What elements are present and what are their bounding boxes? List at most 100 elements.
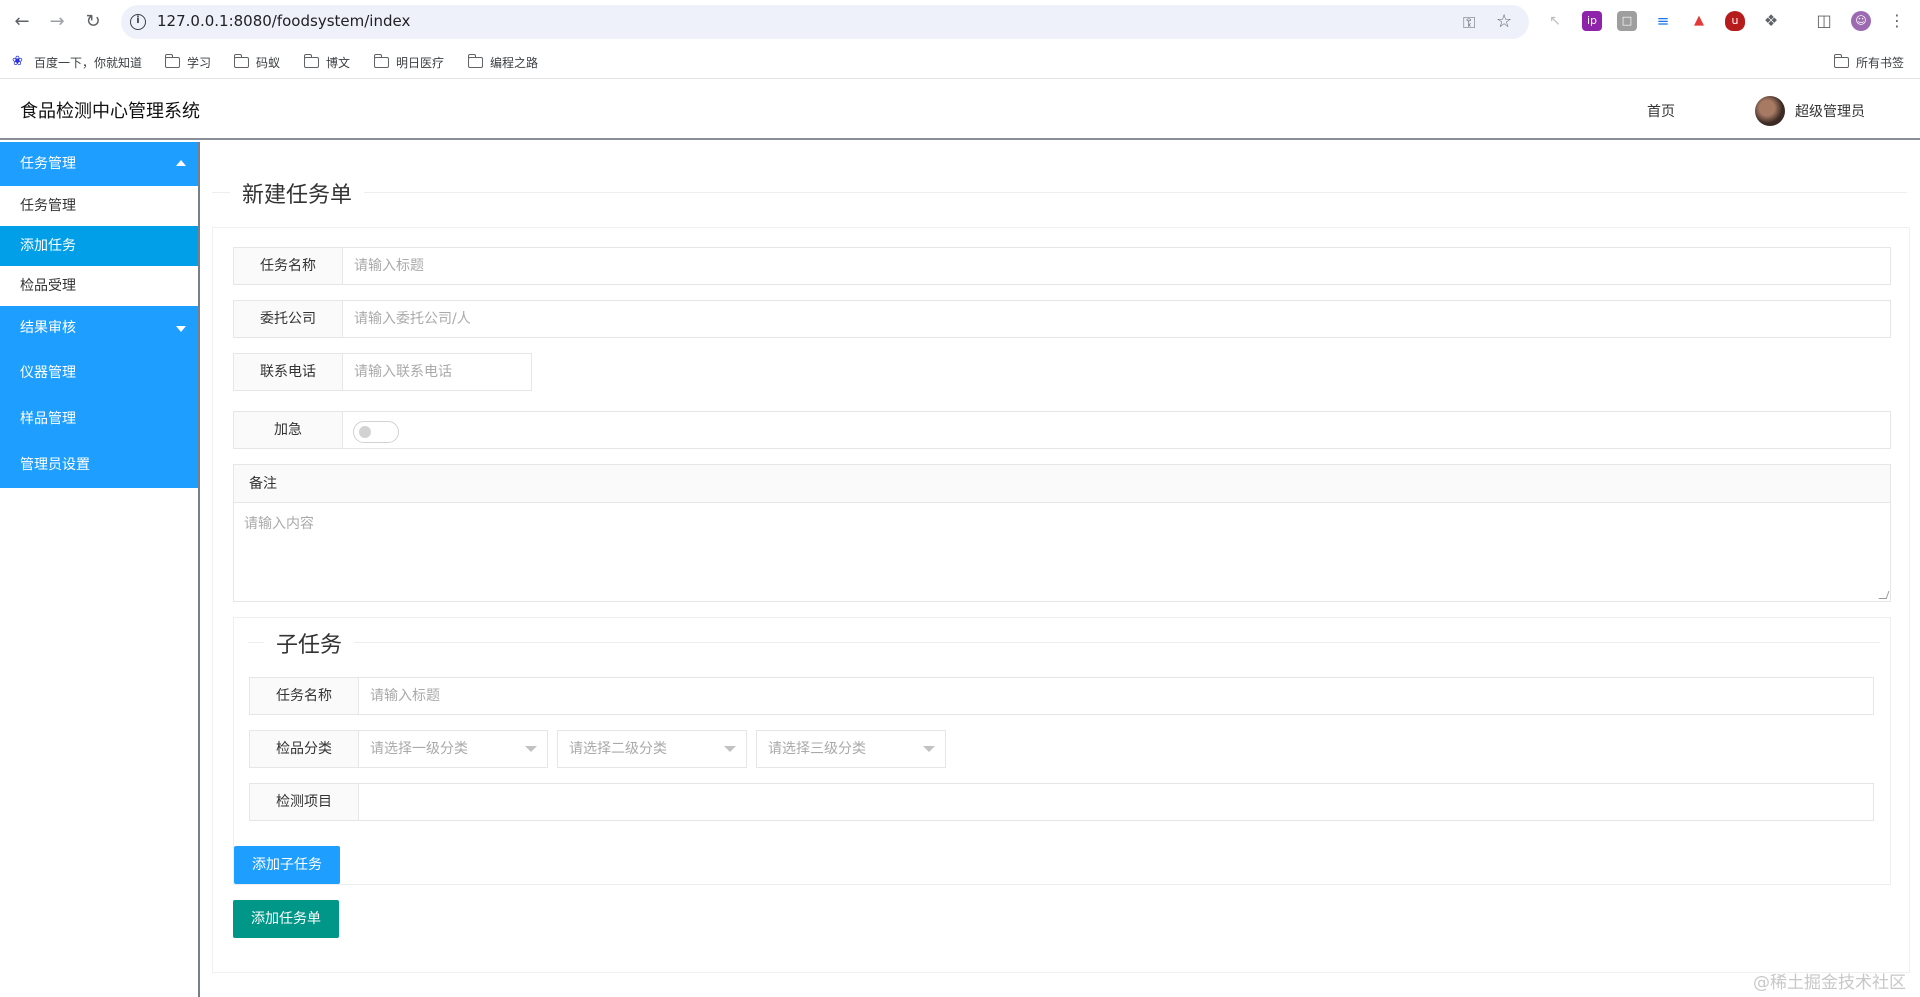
- sidebar-item-add-task[interactable]: 添加任务: [0, 226, 198, 266]
- select-placeholder: 请选择二级分类: [569, 741, 667, 757]
- subtask-legend-line: [248, 642, 1880, 643]
- bookmark-label: 学习: [187, 55, 212, 70]
- reload-icon[interactable]: ↻: [81, 10, 105, 34]
- sidebar-group-review[interactable]: 结果审核: [0, 306, 198, 350]
- remark-field: 备注 请输入内容: [233, 464, 1891, 602]
- bookmark-label: 码蚁: [256, 55, 281, 70]
- profile-icon[interactable]: ☺: [1851, 11, 1871, 31]
- menu-dots-icon[interactable]: ⋮: [1887, 11, 1907, 31]
- bookmark-label: 博文: [326, 55, 351, 70]
- side-panel-icon[interactable]: ◫: [1814, 11, 1834, 31]
- company-label: 委托公司: [233, 300, 343, 338]
- home-link[interactable]: 首页: [1647, 101, 1675, 121]
- category-label: 检品分类: [249, 730, 359, 768]
- bookmark-label: 所有书签: [1856, 55, 1905, 70]
- site-info-icon[interactable]: i: [130, 14, 146, 30]
- task-name-row: 任务名称 请输入标题: [233, 247, 1891, 285]
- subtask-name-row: 任务名称 请输入标题: [249, 677, 1874, 715]
- phone-row: 联系电话 请输入联系电话: [233, 353, 533, 391]
- chevron-up-icon: [176, 160, 186, 166]
- sidebar-group-label: 任务管理: [20, 156, 76, 172]
- select-placeholder: 请选择三级分类: [768, 741, 866, 757]
- extension-layers-icon[interactable]: ≡: [1653, 11, 1673, 31]
- back-icon[interactable]: ←: [10, 10, 34, 34]
- user-name[interactable]: 超级管理员: [1795, 101, 1865, 121]
- phone-label: 联系电话: [233, 353, 343, 391]
- category-level2-select[interactable]: 请选择二级分类: [557, 730, 747, 768]
- extension-grey-icon[interactable]: □: [1617, 11, 1637, 31]
- urgent-switch[interactable]: [353, 421, 399, 443]
- folder-icon: [303, 53, 319, 68]
- subtask-name-input[interactable]: 请输入标题: [358, 677, 1874, 715]
- remark-label: 备注: [234, 465, 1890, 503]
- bookmark-folder-medical[interactable]: 明日医疗: [373, 52, 445, 72]
- extension-purple-icon[interactable]: ip: [1582, 11, 1602, 31]
- chevron-down-icon: [525, 746, 537, 752]
- app-header: 食品检测中心管理系统 首页 超级管理员: [0, 80, 1920, 140]
- bookmark-label: 明日医疗: [396, 55, 445, 70]
- detect-item-input[interactable]: [358, 783, 1874, 821]
- detect-item-label: 检测项目: [249, 783, 359, 821]
- sidebar-item-task-manage[interactable]: 任务管理: [0, 186, 198, 226]
- bookmark-baidu[interactable]: ❀ 百度一下，你就知道: [12, 52, 142, 72]
- avatar[interactable]: [1755, 96, 1785, 126]
- extension-red-icon[interactable]: ▲: [1689, 11, 1709, 31]
- extensions-puzzle-icon[interactable]: ❖: [1761, 11, 1781, 31]
- sidebar-group-label: 结果审核: [20, 320, 76, 336]
- cursor-extension-icon[interactable]: ↖: [1545, 11, 1565, 31]
- bookmark-folder-coding[interactable]: 编程之路: [467, 52, 539, 72]
- category-level1-select[interactable]: 请选择一级分类: [358, 730, 548, 768]
- detect-item-row: 检测项目: [249, 783, 1874, 821]
- bookmark-folder-mayi[interactable]: 码蚁: [233, 52, 281, 72]
- bookmark-folder-study[interactable]: 学习: [164, 52, 212, 72]
- app-title: 食品检测中心管理系统: [20, 101, 200, 122]
- bookmarks-bar: ❀ 百度一下，你就知道 学习 码蚁 博文 明日医疗 编程之路 所有书签: [0, 44, 1920, 79]
- task-name-label: 任务名称: [233, 247, 343, 285]
- sidebar: 任务管理 任务管理 添加任务 检品受理 结果审核 仪器管理 样品管理 管理员设置: [0, 142, 200, 997]
- category-level3-select[interactable]: 请选择三级分类: [756, 730, 946, 768]
- sidebar-group-task[interactable]: 任务管理: [0, 142, 198, 186]
- folder-icon: [233, 53, 249, 68]
- sidebar-item-instrument[interactable]: 仪器管理: [0, 350, 198, 396]
- page-title: 新建任务单: [230, 177, 365, 209]
- switch-knob: [359, 426, 371, 438]
- chevron-down-icon: [923, 746, 935, 752]
- urgent-row: 加急: [233, 411, 1891, 449]
- phone-input[interactable]: 请输入联系电话: [342, 353, 532, 391]
- remark-textarea[interactable]: 请输入内容: [234, 503, 1890, 543]
- urgent-label: 加急: [233, 411, 343, 449]
- watermark: @稀土掘金技术社区: [1753, 973, 1906, 993]
- key-icon[interactable]: ⚿: [1463, 13, 1475, 33]
- folder-icon: [164, 53, 180, 68]
- ublock-icon[interactable]: u: [1725, 11, 1745, 31]
- sidebar-item-sample[interactable]: 样品管理: [0, 396, 198, 442]
- sidebar-item-acceptance[interactable]: 检品受理: [0, 266, 198, 306]
- bookmark-folder-blog[interactable]: 博文: [303, 52, 351, 72]
- folder-icon: [467, 53, 483, 68]
- folder-icon: [373, 53, 389, 68]
- browser-toolbar: ← → ↻ i 127.0.0.1:8080/foodsystem/index …: [0, 0, 1920, 44]
- bookmark-label: 编程之路: [490, 55, 539, 70]
- urgent-field: [342, 411, 1891, 449]
- company-input[interactable]: 请输入委托公司/人: [342, 300, 1891, 338]
- forward-icon[interactable]: →: [45, 10, 69, 34]
- url-text[interactable]: 127.0.0.1:8080/foodsystem/index: [157, 12, 410, 30]
- bookmark-label: 百度一下，你就知道: [34, 55, 143, 70]
- category-row: 检品分类 请选择一级分类 请选择二级分类 请选择三级分类: [249, 730, 949, 768]
- task-name-input[interactable]: 请输入标题: [342, 247, 1891, 285]
- star-icon[interactable]: ☆: [1496, 11, 1512, 32]
- address-bar[interactable]: i 127.0.0.1:8080/foodsystem/index ⚿ ☆: [121, 5, 1529, 39]
- all-bookmarks[interactable]: 所有书签: [1833, 52, 1905, 72]
- chevron-down-icon: [176, 326, 186, 332]
- legend-line: [212, 192, 1907, 193]
- subtask-name-label: 任务名称: [249, 677, 359, 715]
- company-row: 委托公司 请输入委托公司/人: [233, 300, 1891, 338]
- resize-handle-icon[interactable]: [1878, 591, 1890, 599]
- folder-icon: [1833, 53, 1849, 68]
- add-task-order-button[interactable]: 添加任务单: [233, 900, 339, 938]
- sidebar-item-admin[interactable]: 管理员设置: [0, 442, 198, 488]
- select-placeholder: 请选择一级分类: [370, 741, 468, 757]
- add-subtask-button[interactable]: 添加子任务: [234, 846, 340, 884]
- chevron-down-icon: [724, 746, 736, 752]
- baidu-paw-icon: ❀: [12, 54, 23, 69]
